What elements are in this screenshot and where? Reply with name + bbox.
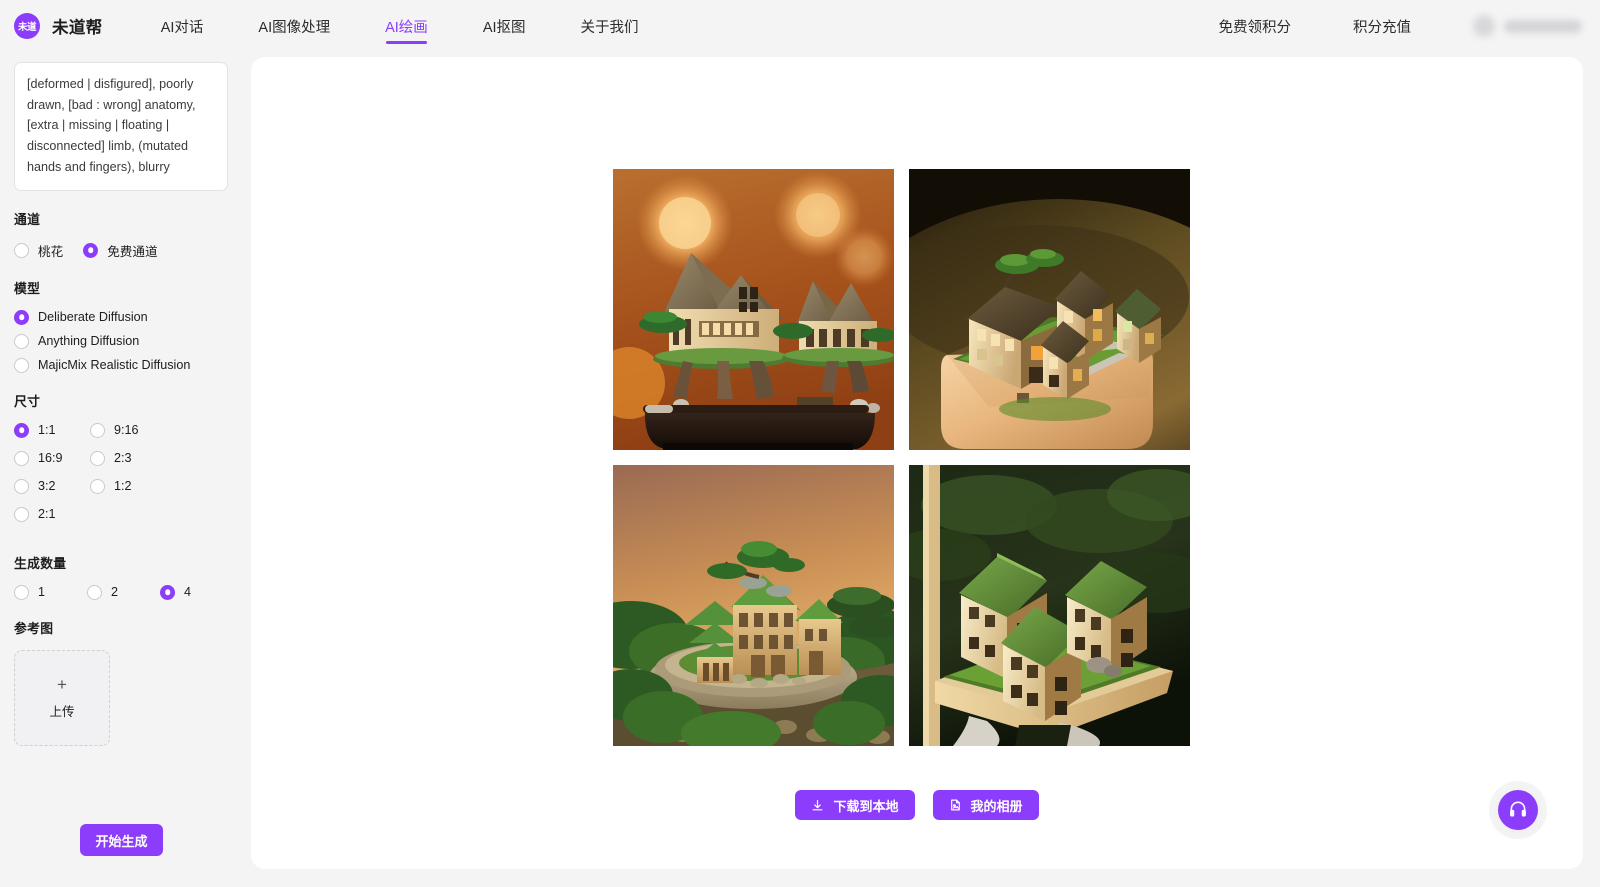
header-right: 免费领积分 积分充值 — [1219, 15, 1582, 37]
radio-icon — [90, 478, 105, 494]
size-option-16-9[interactable]: 16:9 — [14, 450, 90, 466]
generated-image-3[interactable] — [613, 465, 894, 746]
avatar — [1473, 15, 1495, 37]
plus-icon: + — [57, 674, 67, 694]
count-option-4[interactable]: 4 — [160, 584, 192, 600]
brand-name: 未道帮 — [52, 19, 103, 37]
count-section: 生成数量 1 2 4 — [14, 553, 251, 600]
radio-icon — [14, 506, 29, 522]
radio-checked-icon — [160, 584, 176, 600]
size-option-1-1[interactable]: 1:1 — [14, 422, 90, 438]
size-option-label: 1:2 — [114, 479, 132, 494]
upload-reference-image-button[interactable]: + 上传 — [14, 649, 110, 746]
model-option-label: Anything Diffusion — [38, 334, 140, 349]
count-option-2[interactable]: 2 — [87, 584, 119, 600]
radio-icon — [90, 450, 105, 466]
model-option-majicmix[interactable]: MajicMix Realistic Diffusion — [14, 357, 251, 373]
size-section: 尺寸 1:1 9:16 16:9 2:3 3:2 1:2 2:1 — [14, 391, 251, 535]
model-title: 模型 — [14, 280, 41, 296]
main-nav: AI对话 AI图像处理 AI绘画 AI抠图 关于我们 — [161, 0, 694, 52]
radio-icon — [14, 478, 29, 494]
channel-option-label: 免费通道 — [107, 244, 158, 259]
radio-icon — [14, 333, 29, 349]
nav-item-ai-chat[interactable]: AI对话 — [161, 0, 204, 52]
download-button[interactable]: 下载到本地 — [795, 790, 915, 820]
size-option-1-2[interactable]: 1:2 — [90, 478, 166, 494]
size-option-2-3[interactable]: 2:3 — [90, 450, 166, 466]
model-section: 模型 Deliberate Diffusion Anything Diffusi… — [14, 278, 251, 373]
generated-image-grid — [613, 169, 1190, 746]
radio-icon — [87, 584, 103, 600]
brand-logo-icon: 未道 — [14, 13, 40, 39]
count-option-label: 1 — [38, 585, 46, 600]
count-option-label: 2 — [111, 585, 119, 600]
reference-image-title: 参考图 — [14, 620, 54, 636]
radio-icon — [90, 422, 105, 438]
radio-icon — [14, 584, 29, 600]
top-header: 未道 未道帮 AI对话 AI图像处理 AI绘画 AI抠图 关于我们 免费领积分 … — [0, 0, 1600, 52]
radio-checked-icon — [83, 242, 99, 258]
customer-service-fab-wrap — [1489, 781, 1547, 839]
size-option-label: 16:9 — [38, 451, 63, 466]
recharge-credits-link[interactable]: 积分充值 — [1353, 16, 1411, 37]
size-title: 尺寸 — [14, 393, 41, 409]
download-button-label: 下载到本地 — [833, 798, 899, 814]
nav-item-about-us[interactable]: 关于我们 — [581, 0, 639, 52]
count-option-1[interactable]: 1 — [14, 584, 46, 600]
size-option-label: 2:3 — [114, 451, 132, 466]
radio-checked-icon — [14, 309, 29, 325]
size-option-label: 2:1 — [38, 507, 56, 522]
model-option-anything[interactable]: Anything Diffusion — [14, 333, 251, 349]
model-option-deliberate[interactable]: Deliberate Diffusion — [14, 309, 251, 325]
username-label — [1504, 19, 1582, 33]
upload-label: 上传 — [49, 704, 75, 719]
radio-icon — [14, 242, 29, 258]
start-generate-button[interactable]: 开始生成 — [80, 824, 163, 856]
settings-sidebar: [deformed | disfigured], poorly drawn, [… — [0, 52, 251, 887]
count-title: 生成数量 — [14, 555, 67, 571]
radio-icon — [14, 357, 29, 373]
channel-option-label: 桃花 — [38, 244, 64, 259]
radio-checked-icon — [14, 422, 29, 438]
nav-item-ai-painting[interactable]: AI绘画 — [385, 0, 428, 52]
radio-icon — [14, 450, 29, 466]
download-icon — [811, 799, 824, 812]
nav-item-ai-image-processing[interactable]: AI图像处理 — [258, 0, 330, 52]
nav-item-ai-cutout[interactable]: AI抠图 — [483, 0, 526, 52]
album-icon — [949, 798, 962, 812]
headset-icon — [1508, 799, 1528, 822]
count-options: 1 2 4 — [14, 584, 251, 600]
model-option-label: MajicMix Realistic Diffusion — [38, 358, 191, 373]
size-option-2-1[interactable]: 2:1 — [14, 506, 90, 522]
model-option-label: Deliberate Diffusion — [38, 310, 148, 325]
channel-section: 通道 桃花 免费通道 — [14, 209, 251, 260]
size-option-label: 1:1 — [38, 423, 56, 438]
result-action-bar: 下载到本地 我的相册 — [251, 790, 1583, 820]
model-options: Deliberate Diffusion Anything Diffusion … — [14, 309, 251, 373]
channel-title: 通道 — [14, 211, 41, 227]
free-credits-link[interactable]: 免费领积分 — [1219, 16, 1292, 37]
generated-image-1[interactable] — [613, 169, 894, 450]
my-album-button[interactable]: 我的相册 — [932, 790, 1039, 820]
generated-image-2[interactable] — [909, 169, 1190, 450]
size-option-9-16[interactable]: 9:16 — [90, 422, 166, 438]
channel-option-free[interactable]: 免费通道 — [83, 241, 158, 260]
channel-option-taohua[interactable]: 桃花 — [14, 241, 63, 260]
brand[interactable]: 未道 未道帮 — [14, 13, 103, 39]
reference-image-section: 参考图 + 上传 — [14, 618, 251, 746]
size-option-label: 9:16 — [114, 423, 139, 438]
size-options: 1:1 9:16 16:9 2:3 3:2 1:2 2:1 — [14, 422, 251, 535]
results-panel: 下载到本地 我的相册 — [251, 57, 1583, 869]
count-option-label: 4 — [184, 585, 192, 600]
channel-options: 桃花 免费通道 — [14, 241, 251, 260]
customer-service-button[interactable] — [1498, 790, 1538, 830]
size-option-label: 3:2 — [38, 479, 56, 494]
negative-prompt-input[interactable]: [deformed | disfigured], poorly drawn, [… — [14, 62, 228, 191]
user-menu[interactable] — [1473, 15, 1582, 37]
my-album-button-label: 我的相册 — [970, 798, 1023, 814]
size-option-3-2[interactable]: 3:2 — [14, 478, 90, 494]
generated-image-4[interactable] — [909, 465, 1190, 746]
